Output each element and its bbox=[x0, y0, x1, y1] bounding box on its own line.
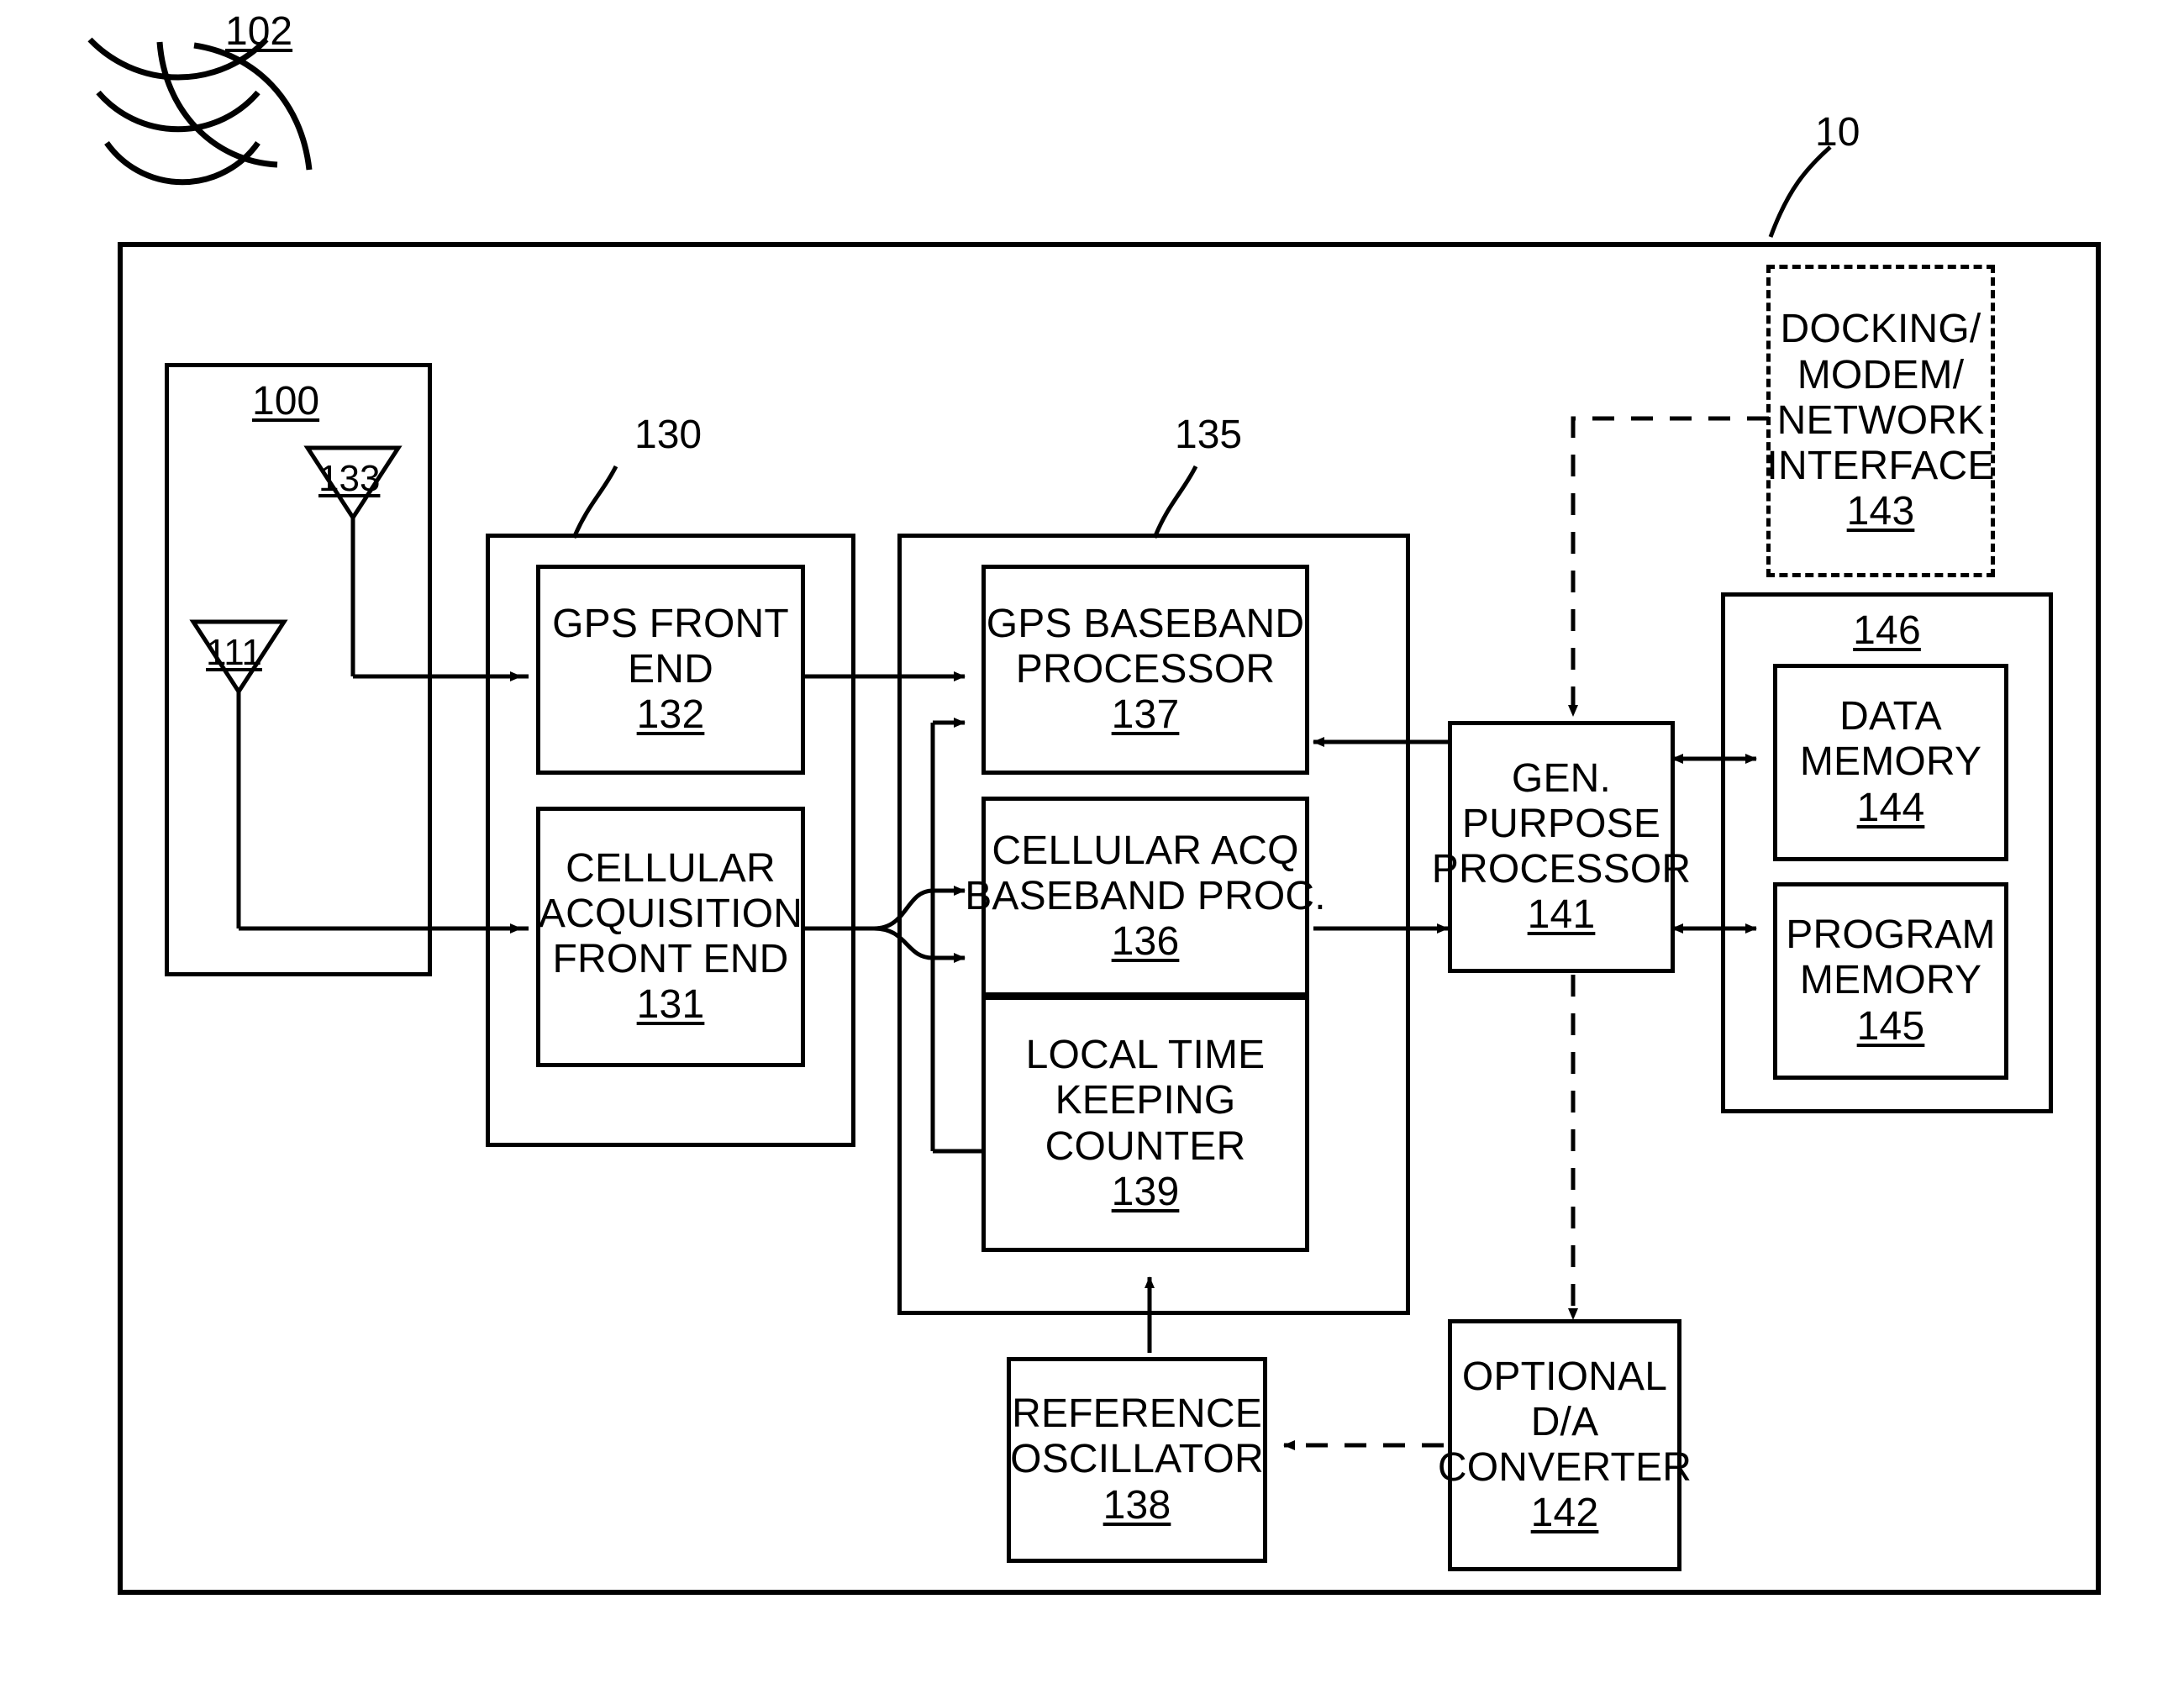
gps-front-end-block: GPS FRONT END 132 bbox=[536, 565, 805, 775]
prog-mem-ref: 145 bbox=[1856, 1003, 1925, 1049]
gps-front-end-ref: 132 bbox=[636, 692, 705, 738]
cellular-acq-baseband-proc-block: CELLULAR ACQ BASEBAND PROC. 136 bbox=[965, 797, 1326, 997]
data-mem-ref: 144 bbox=[1856, 785, 1925, 830]
dac-ref: 142 bbox=[1530, 1491, 1599, 1536]
dac-line-3: CONVERTER bbox=[1437, 1445, 1692, 1490]
prog-mem-line-1: PROGRAM bbox=[1786, 913, 1996, 958]
cellular-acquisition-front-end-block: CELLULAR ACQUISITION FRONT END 131 bbox=[536, 807, 805, 1067]
ltkc-line-1: LOCAL TIME bbox=[1025, 1033, 1266, 1078]
ltkc-line-2: KEEPING bbox=[1055, 1078, 1236, 1123]
gps-bb-ref: 137 bbox=[1111, 692, 1180, 738]
cell-bb-line-2: BASEBAND PROC. bbox=[965, 873, 1326, 918]
cell-fe-ref: 131 bbox=[636, 982, 705, 1028]
leader-10 bbox=[1768, 145, 1832, 238]
docking-line-2: MODEM/ bbox=[1797, 352, 1965, 397]
reference-oscillator-block: REFERENCE OSCILLATOR 138 bbox=[1007, 1357, 1267, 1563]
docking-ref: 143 bbox=[1846, 489, 1915, 534]
refosc-line-2: OSCILLATOR bbox=[1010, 1437, 1264, 1482]
patent-figure-canvas: 102 10 100 133 111 130 135 GPS FRONT END… bbox=[0, 0, 2184, 1699]
wave-arc-group bbox=[87, 37, 269, 186]
ltkc-ref: 139 bbox=[1111, 1169, 1180, 1214]
gps-front-end-line-1: GPS FRONT bbox=[552, 601, 789, 646]
antenna-assembly-group-100 bbox=[165, 363, 432, 976]
gpp-line-2: PURPOSE bbox=[1461, 801, 1661, 846]
cell-fe-line-1: CELLULAR bbox=[566, 845, 776, 891]
signal-wave-arcs bbox=[193, 42, 313, 171]
cell-bb-line-1: CELLULAR ACQ bbox=[992, 828, 1299, 873]
gps-baseband-processor-block: GPS BASEBAND PROCESSOR 137 bbox=[981, 565, 1309, 775]
dac-line-2: D/A bbox=[1530, 1399, 1599, 1444]
prog-mem-line-2: MEMORY bbox=[1799, 958, 1982, 1003]
docking-line-1: DOCKING/ bbox=[1780, 307, 1981, 352]
reference-label-10: 10 bbox=[1815, 110, 1860, 155]
refosc-ref: 138 bbox=[1103, 1482, 1171, 1528]
gps-bb-line-1: GPS BASEBAND bbox=[986, 601, 1305, 646]
program-memory-block: PROGRAM MEMORY 145 bbox=[1773, 882, 2008, 1080]
general-purpose-processor-block: GEN. PURPOSE PROCESSOR 141 bbox=[1432, 721, 1691, 973]
optional-da-converter-block: OPTIONAL D/A CONVERTER 142 bbox=[1438, 1319, 1692, 1571]
dac-line-1: OPTIONAL bbox=[1461, 1354, 1668, 1399]
local-time-keeping-counter-block: LOCAL TIME KEEPING COUNTER 139 bbox=[981, 996, 1309, 1252]
memory-group-ref: 146 bbox=[1853, 608, 1921, 653]
gpp-line-3: PROCESSOR bbox=[1431, 847, 1692, 892]
gps-front-end-line-2: END bbox=[628, 646, 713, 692]
cell-fe-line-2: ACQUISITION bbox=[538, 891, 803, 936]
ltkc-line-3: COUNTER bbox=[1045, 1123, 1246, 1169]
docking-line-3: NETWORK bbox=[1776, 397, 1985, 443]
reference-label-102: 102 bbox=[225, 9, 293, 54]
cell-bb-ref: 136 bbox=[1111, 919, 1180, 965]
docking-line-4: INTERFACE bbox=[1766, 444, 1995, 489]
cell-fe-line-3: FRONT END bbox=[552, 937, 789, 981]
data-mem-line-2: MEMORY bbox=[1799, 739, 1982, 785]
docking-modem-network-interface-block: DOCKING/ MODEM/ NETWORK INTERFACE 143 bbox=[1766, 265, 1995, 577]
gps-bb-line-2: PROCESSOR bbox=[1015, 646, 1276, 692]
gpp-ref: 141 bbox=[1527, 892, 1596, 938]
data-mem-line-1: DATA bbox=[1839, 694, 1942, 739]
gpp-line-1: GEN. bbox=[1511, 755, 1612, 801]
refosc-line-1: REFERENCE bbox=[1012, 1391, 1262, 1437]
data-memory-block: DATA MEMORY 144 bbox=[1773, 664, 2008, 861]
